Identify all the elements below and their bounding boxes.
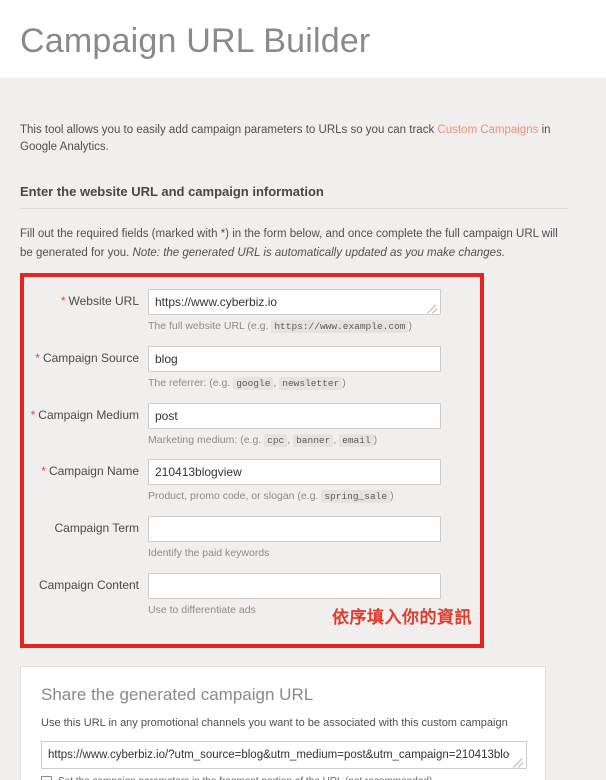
- field-label-campaign-medium: * Campaign Medium: [24, 403, 148, 422]
- share-generated-url-card: Share the generated campaign URL Use thi…: [20, 665, 546, 780]
- field-label-text: Campaign Name: [48, 464, 139, 479]
- fragment-checkbox-row[interactable]: Set the campaign parameters in the fragm…: [41, 775, 525, 780]
- field-col-website-url: The full website URL (e.g. https://www.e…: [148, 289, 480, 343]
- field-label-text: Website URL: [68, 294, 139, 309]
- annotation-fill-in-info: 依序填入你的資訊: [332, 607, 472, 628]
- field-hint-campaign-term: Identify the paid keywords: [148, 546, 480, 561]
- field-col-campaign-source: The referrer: (e.g. google, newsletter): [148, 346, 480, 400]
- custom-campaigns-link[interactable]: Custom Campaigns: [437, 124, 538, 136]
- field-col-campaign-medium: Marketing medium: (e.g. cpc, banner, ema…: [148, 402, 480, 457]
- field-label-campaign-name: * Campaign Name: [24, 459, 148, 478]
- fragment-checkbox-label: Set the campaign parameters in the fragm…: [58, 776, 435, 780]
- hint-example-code: google: [233, 377, 274, 391]
- field-label-text: Campaign Content: [38, 577, 139, 592]
- field-row-campaign-medium: *Campaign Medium Marketing medium: (e.g.…: [24, 402, 480, 457]
- campaign-term-input[interactable]: [148, 516, 441, 543]
- hint-text-before: Product, promo code, or slogan (e.g.: [148, 490, 322, 503]
- required-asterisk: *: [60, 294, 66, 309]
- field-hint-campaign-name: Product, promo code, or slogan (e.g. spr…: [148, 489, 480, 504]
- field-row-campaign-name: *Campaign Name Product, promo code, or s…: [24, 459, 480, 513]
- field-label-text: Campaign Medium: [38, 407, 139, 422]
- hint-text-before: The full website URL (e.g.: [148, 320, 272, 333]
- field-row-campaign-term: Campaign Term Identify the paid keywords: [24, 516, 480, 570]
- field-row-website-url: *Website URL The full website URL (e.g. …: [24, 289, 480, 343]
- hint-example-code: newsletter: [279, 377, 343, 391]
- campaign-name-input[interactable]: [148, 459, 441, 486]
- website-url-input[interactable]: [148, 289, 441, 316]
- field-label-text: Campaign Source: [42, 351, 139, 366]
- field-label-text: Campaign Term: [54, 521, 139, 536]
- page-title: Campaign URL Builder: [20, 22, 371, 60]
- hint-text-after: ): [408, 320, 412, 333]
- hint-example-code: cpc: [264, 433, 288, 447]
- fragment-checkbox[interactable]: [41, 775, 52, 780]
- field-hint-campaign-medium: Marketing medium: (e.g. cpc, banner, ema…: [148, 433, 378, 447]
- instructions-note: Note: the generated URL is automatically…: [132, 246, 506, 259]
- intro-paragraph: This tool allows you to easily add campa…: [20, 90, 568, 158]
- hint-text-after: ): [390, 490, 394, 503]
- instructions-paragraph: Fill out the required fields (marked wit…: [20, 225, 568, 262]
- field-col-campaign-term: Identify the paid keywords: [148, 516, 480, 570]
- required-asterisk: *: [41, 464, 46, 479]
- hint-example-code: spring_sale: [321, 490, 391, 504]
- hint-text-before: Marketing medium: (e.g.: [148, 433, 265, 446]
- hint-example-code: email: [339, 433, 374, 447]
- share-card-description: Use this URL in any promotional channels…: [41, 716, 508, 729]
- required-asterisk: *: [35, 351, 40, 366]
- intro-text-before: This tool allows you to easily add campa…: [20, 123, 438, 136]
- hint-text-after: ): [342, 377, 346, 390]
- campaign-source-input[interactable]: [148, 346, 441, 373]
- hint-text-after: ): [373, 433, 378, 446]
- page-body: This tool allows you to easily add campa…: [0, 90, 606, 780]
- field-label-campaign-term: Campaign Term: [24, 516, 148, 535]
- campaign-content-input[interactable]: [148, 572, 441, 599]
- field-col-campaign-name: Product, promo code, or slogan (e.g. spr…: [148, 459, 480, 513]
- page-header: Campaign URL Builder: [0, 0, 606, 78]
- section-heading: Enter the website URL and campaign infor…: [20, 184, 568, 210]
- field-hint-campaign-source: The referrer: (e.g. google, newsletter): [148, 377, 346, 391]
- hint-text-before: Identify the paid keywords: [148, 547, 270, 560]
- hint-text-before: The referrer: (e.g.: [148, 377, 234, 390]
- generated-url-wrap: [41, 740, 527, 769]
- field-label-campaign-source: * Campaign Source: [24, 346, 148, 365]
- field-label-website-url: * Website URL: [24, 289, 148, 308]
- field-row-campaign-source: *Campaign Source The referrer: (e.g. goo…: [24, 346, 480, 400]
- hint-example-code: banner: [293, 433, 334, 447]
- campaign-medium-input[interactable]: [148, 402, 441, 429]
- website-url-input-wrap: [148, 289, 441, 316]
- hint-example-code: https://www.example.com: [271, 320, 409, 334]
- field-label-campaign-content: Campaign Content: [24, 573, 148, 592]
- share-card-title: Share the generated campaign URL: [41, 684, 314, 704]
- field-hint-website-url: The full website URL (e.g. https://www.e…: [148, 319, 480, 334]
- hint-text-before: Use to differentiate ads: [148, 603, 256, 616]
- form-highlight-box: *Website URL The full website URL (e.g. …: [20, 273, 484, 648]
- generated-url-input[interactable]: [41, 740, 527, 769]
